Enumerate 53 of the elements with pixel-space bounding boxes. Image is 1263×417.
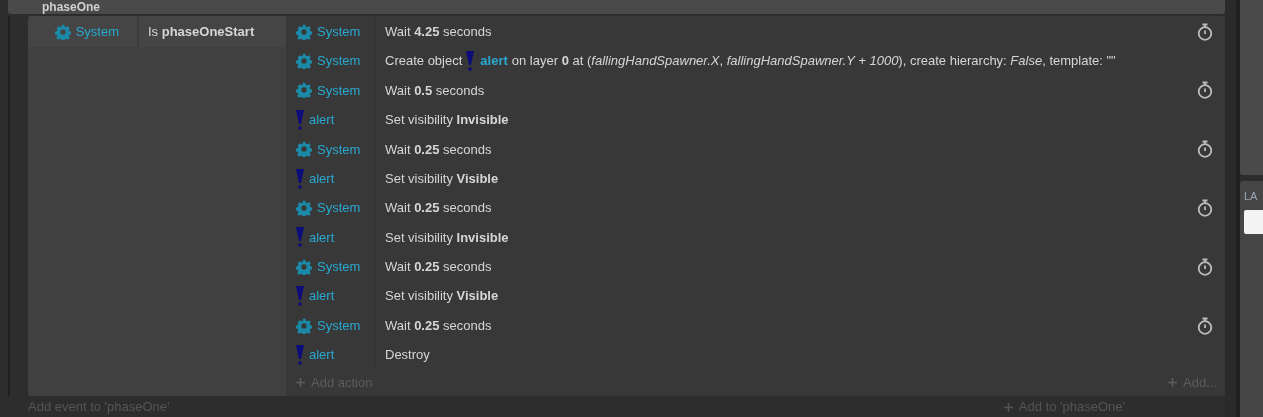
gear-icon [296,53,312,70]
plus-icon [1168,378,1178,388]
action-text[interactable]: Destroy [385,345,430,365]
action-text[interactable]: Set visibility Invisible [385,227,509,248]
action-object[interactable]: System [286,193,376,223]
plus-icon [1003,402,1013,412]
action-object[interactable]: alert [286,105,376,135]
action-object[interactable]: alert [286,340,376,370]
action-object[interactable]: System [286,310,376,341]
action-text[interactable]: Set visibility Visible [385,168,499,189]
stopwatch-icon [1197,22,1213,41]
gear-icon [296,258,312,275]
exclamation-icon [296,286,304,307]
action-text[interactable]: Wait 0.25 seconds [385,257,492,277]
exclamation-icon [296,109,304,130]
action-object[interactable]: System [286,46,376,76]
condition-object[interactable]: System [28,16,139,47]
action-text[interactable]: Wait 4.25 seconds [385,21,492,42]
action-text[interactable]: Set visibility Visible [385,286,499,306]
input-field[interactable] [1244,210,1263,234]
action-object[interactable]: System [286,75,376,106]
gear-icon [296,141,312,158]
action-text[interactable]: Wait 0.25 seconds [385,198,492,218]
gear-icon [296,23,312,40]
condition-text[interactable]: Is phaseOneStart [139,16,286,47]
stopwatch-icon [1197,140,1213,159]
stopwatch-icon [1197,257,1213,276]
panel-label: LA [1244,189,1259,203]
group-title: phaseOne [42,0,101,14]
action-object[interactable]: alert [286,163,376,194]
exclamation-icon [296,345,304,365]
action-object[interactable]: alert [286,281,376,311]
exclamation-icon [296,227,304,248]
action-text[interactable]: Create object alert on layer 0 at (fallingHandSpawner.X, fallingHandSpawner.Y + 1000), create hierarchy: False, template: "" [385,51,1116,72]
action-object[interactable]: alert [286,222,376,253]
action-text[interactable]: Wait 0.25 seconds [385,139,492,159]
gear-icon [296,317,312,334]
action-text[interactable]: Wait 0.25 seconds [385,315,492,336]
stopwatch-icon [1197,81,1213,100]
stopwatch-icon [1197,316,1213,335]
action-object[interactable]: System [286,252,376,282]
plus-icon [296,378,305,388]
action-object[interactable]: System [286,17,376,47]
stopwatch-icon [1197,199,1213,218]
gear-icon [54,23,71,40]
action-text[interactable]: Set visibility Invisible [385,110,509,130]
gear-icon [296,200,312,217]
action-text[interactable]: Wait 0.5 seconds [385,80,485,101]
exclamation-icon [296,168,304,189]
gear-icon [296,82,312,99]
group-header[interactable]: phaseOne [8,0,1225,14]
exclamation-icon [466,51,475,72]
action-object[interactable]: System [286,134,376,164]
